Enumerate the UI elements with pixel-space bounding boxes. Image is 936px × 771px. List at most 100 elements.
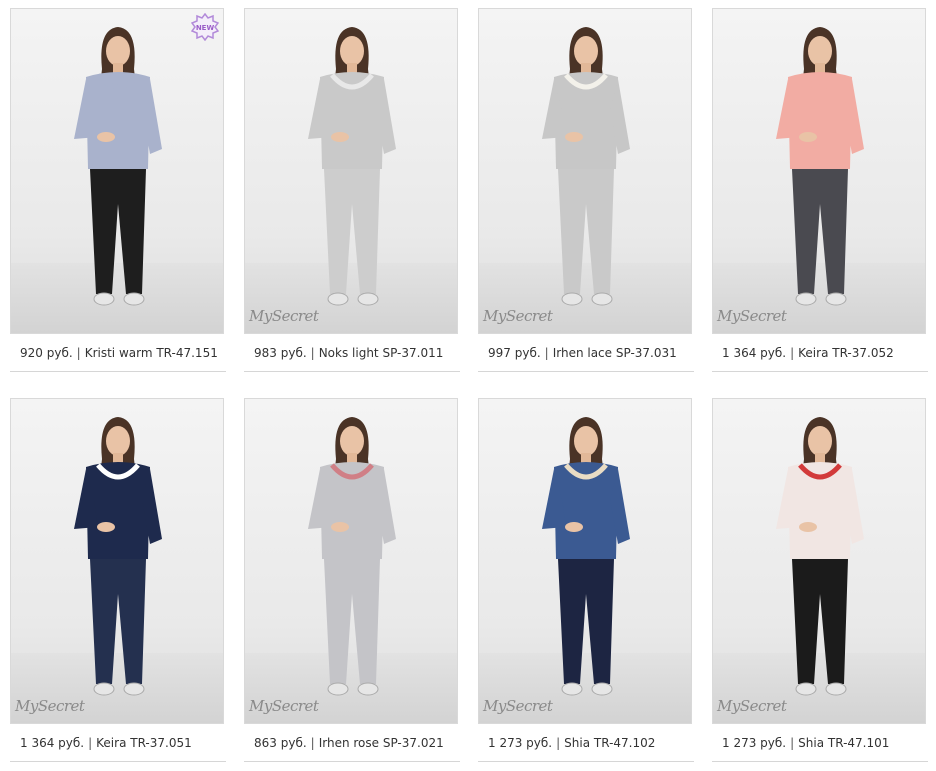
neck-shape xyxy=(113,453,123,463)
product-name[interactable]: Shia TR-47.102 xyxy=(564,736,655,750)
right-shoe xyxy=(357,682,379,696)
product-card[interactable]: MySecret 1 364 руб. | Keira TR-37.052 xyxy=(712,8,928,372)
left-shoe xyxy=(93,682,115,696)
neck-shape xyxy=(815,63,825,73)
brand-logo: MySecret xyxy=(717,307,787,325)
brand-logo: MySecret xyxy=(483,307,553,325)
product-price: 920 руб. xyxy=(20,346,73,360)
right-shoe xyxy=(123,682,145,696)
product-caption[interactable]: 1 364 руб. | Keira TR-37.052 xyxy=(712,334,928,372)
product-name[interactable]: Irhen lace SP-37.031 xyxy=(553,346,677,360)
product-grid: NEW 920 руб. | Kristi warm TR-47.151 MySec… xyxy=(0,0,936,771)
face-shape xyxy=(808,36,832,66)
face-shape xyxy=(340,36,364,66)
new-badge-icon: NEW xyxy=(191,13,219,41)
product-card[interactable]: MySecret 1 273 руб. | Shia TR-47.102 xyxy=(478,398,694,762)
model-figure xyxy=(308,417,396,696)
product-card[interactable]: MySecret 863 руб. | Irhen rose SP-37.021 xyxy=(244,398,460,762)
product-card[interactable]: NEW 920 руб. | Kristi warm TR-47.151 xyxy=(10,8,226,372)
neck-shape xyxy=(581,453,591,463)
product-photo[interactable]: MySecret xyxy=(478,8,692,334)
model-figure xyxy=(74,27,162,306)
right-shoe xyxy=(123,292,145,306)
model-figure xyxy=(776,27,864,306)
right-shoe xyxy=(591,682,613,696)
product-photo[interactable]: MySecret xyxy=(244,398,458,724)
face-shape xyxy=(808,426,832,456)
pants-garment xyxy=(324,559,380,684)
left-shoe xyxy=(795,292,817,306)
product-photo[interactable]: MySecret xyxy=(478,398,692,724)
product-name[interactable]: Keira TR-37.051 xyxy=(96,736,192,750)
left-shoe xyxy=(327,682,349,696)
neck-shape xyxy=(815,453,825,463)
product-price: 1 364 руб. xyxy=(20,736,85,750)
hand-shape xyxy=(565,132,583,142)
brand-logo: MySecret xyxy=(483,697,553,715)
caption-separator: | xyxy=(556,736,561,750)
product-card[interactable]: MySecret 983 руб. | Noks light SP-37.011 xyxy=(244,8,460,372)
left-shoe xyxy=(93,292,115,306)
model-figure xyxy=(74,417,162,696)
pants-garment xyxy=(792,559,848,684)
product-caption[interactable]: 1 273 руб. | Shia TR-47.101 xyxy=(712,724,928,762)
hand-shape xyxy=(565,522,583,532)
product-card[interactable]: MySecret 997 руб. | Irhen lace SP-37.031 xyxy=(478,8,694,372)
right-shoe xyxy=(825,682,847,696)
product-photo[interactable]: MySecret xyxy=(712,8,926,334)
product-card[interactable]: MySecret 1 364 руб. | Keira TR-37.051 xyxy=(10,398,226,762)
hand-shape xyxy=(97,132,115,142)
product-name[interactable]: Kristi warm TR-47.151 xyxy=(85,346,218,360)
product-photo[interactable]: NEW xyxy=(10,8,224,334)
product-caption[interactable]: 863 руб. | Irhen rose SP-37.021 xyxy=(244,724,460,762)
left-shoe xyxy=(561,292,583,306)
neck-shape xyxy=(581,63,591,73)
product-price: 1 273 руб. xyxy=(722,736,787,750)
product-price: 863 руб. xyxy=(254,736,307,750)
product-photo[interactable]: MySecret xyxy=(712,398,926,724)
caption-separator: | xyxy=(310,736,315,750)
right-shoe xyxy=(357,292,379,306)
product-caption[interactable]: 1 364 руб. | Keira TR-37.051 xyxy=(10,724,226,762)
caption-separator: | xyxy=(790,736,795,750)
pants-garment xyxy=(558,169,614,294)
brand-logo: MySecret xyxy=(249,697,319,715)
brand-logo: MySecret xyxy=(717,697,787,715)
product-price: 1 273 руб. xyxy=(488,736,553,750)
product-caption[interactable]: 920 руб. | Kristi warm TR-47.151 xyxy=(10,334,226,372)
caption-separator: | xyxy=(88,736,93,750)
product-caption[interactable]: 983 руб. | Noks light SP-37.011 xyxy=(244,334,460,372)
face-shape xyxy=(574,426,598,456)
hand-shape xyxy=(799,522,817,532)
face-shape xyxy=(106,36,130,66)
product-price: 983 руб. xyxy=(254,346,307,360)
product-caption[interactable]: 1 273 руб. | Shia TR-47.102 xyxy=(478,724,694,762)
pants-garment xyxy=(792,169,848,294)
product-photo[interactable]: MySecret xyxy=(244,8,458,334)
hand-shape xyxy=(799,132,817,142)
product-photo[interactable]: MySecret xyxy=(10,398,224,724)
neck-shape xyxy=(347,63,357,73)
hand-shape xyxy=(331,132,349,142)
neck-shape xyxy=(113,63,123,73)
product-name[interactable]: Shia TR-47.101 xyxy=(798,736,889,750)
hand-shape xyxy=(97,522,115,532)
face-shape xyxy=(106,426,130,456)
product-name[interactable]: Keira TR-37.052 xyxy=(798,346,894,360)
product-caption[interactable]: 997 руб. | Irhen lace SP-37.031 xyxy=(478,334,694,372)
face-shape xyxy=(574,36,598,66)
right-shoe xyxy=(825,292,847,306)
model-figure xyxy=(308,27,396,306)
right-shoe xyxy=(591,292,613,306)
caption-separator: | xyxy=(310,346,315,360)
product-name[interactable]: Irhen rose SP-37.021 xyxy=(319,736,444,750)
left-shoe xyxy=(561,682,583,696)
new-badge-label: NEW xyxy=(196,24,215,32)
product-name[interactable]: Noks light SP-37.011 xyxy=(319,346,444,360)
brand-logo: MySecret xyxy=(15,697,85,715)
caption-separator: | xyxy=(76,346,81,360)
pants-garment xyxy=(90,559,146,684)
product-price: 997 руб. xyxy=(488,346,541,360)
product-card[interactable]: MySecret 1 273 руб. | Shia TR-47.101 xyxy=(712,398,928,762)
model-figure xyxy=(776,417,864,696)
